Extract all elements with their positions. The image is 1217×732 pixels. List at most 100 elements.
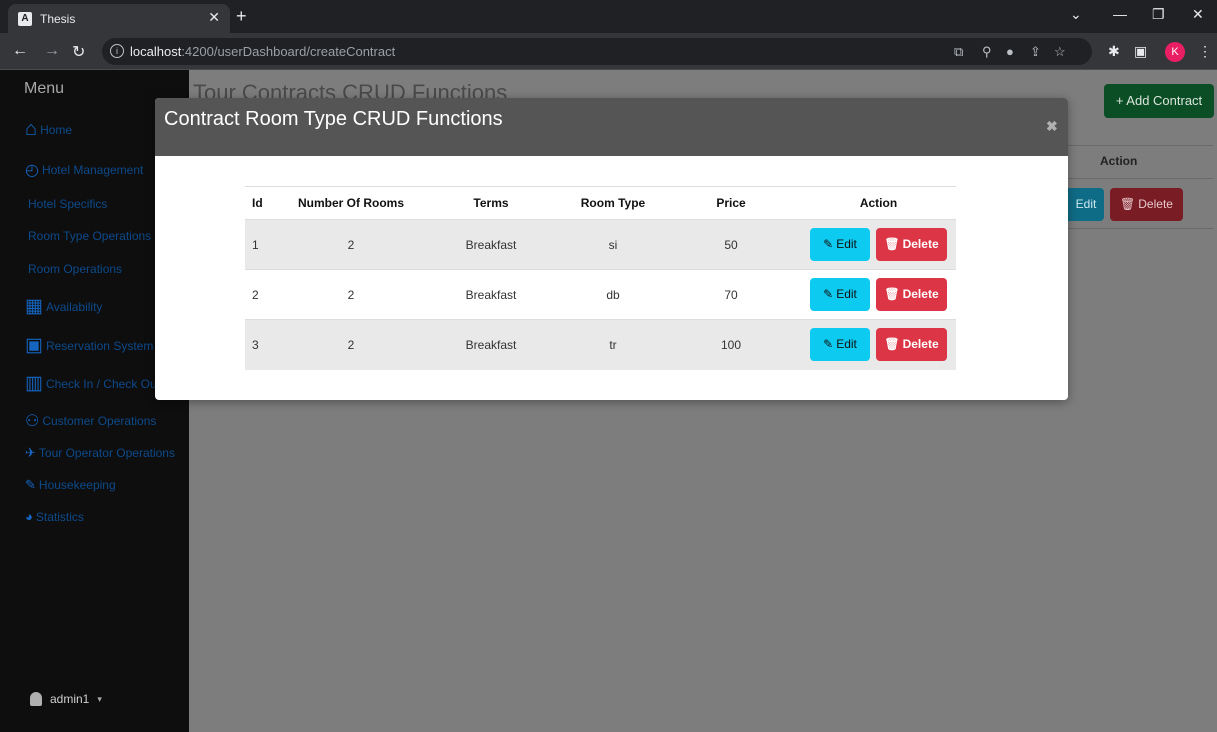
menu-title: Menu: [24, 80, 65, 97]
pencil-icon: ✎: [823, 237, 834, 251]
tab-search-icon[interactable]: ⌄: [1070, 6, 1082, 23]
pencil-icon: ✎: [823, 337, 834, 352]
back-icon[interactable]: ←: [12, 42, 28, 60]
contract-edit-button[interactable]: Edit: [1068, 188, 1104, 221]
user-name: admin1: [50, 692, 90, 706]
column-header-id: Id: [245, 186, 285, 220]
edit-button[interactable]: ✎ Edit: [810, 278, 870, 311]
sidebar-item-customer-operations[interactable]: ⚇ Customer Operations: [25, 411, 156, 431]
cell-price: 100: [661, 319, 801, 370]
location-icon[interactable]: ●: [1006, 44, 1014, 59]
cell-action: ✎ Edit 🗑 Delete: [801, 319, 956, 370]
sidebar-item-check-in-out[interactable]: ▥ Check In / Check Out: [25, 372, 160, 395]
translate-icon[interactable]: ⧉: [954, 44, 963, 60]
cell-room-type: si: [565, 219, 661, 270]
cell-room-type: tr: [565, 319, 661, 370]
menu-kebab-icon[interactable]: ⋮: [1198, 43, 1212, 60]
new-tab-icon[interactable]: +: [236, 6, 247, 27]
column-header-number-of-rooms: Number Of Rooms: [285, 186, 417, 220]
room-type-table: Id Number Of Rooms Terms Room Type Price…: [245, 186, 956, 370]
close-icon[interactable]: ✖: [1046, 118, 1058, 135]
url-text: localhost:4200/userDashboard/createContr…: [130, 44, 396, 59]
calendar-plus-icon: ▣: [25, 335, 43, 356]
cell-id: 2: [245, 269, 285, 320]
dashboard-icon: ◴: [25, 162, 39, 179]
user-avatar-icon: [30, 692, 42, 706]
cell-action: ✎ Edit 🗑 Delete: [801, 269, 956, 320]
modal-header: Contract Room Type CRUD Functions ✖: [155, 98, 1068, 156]
cell-room-type: db: [565, 269, 661, 320]
pie-chart-icon: ◕: [25, 509, 33, 524]
delete-button[interactable]: 🗑 Delete: [876, 328, 947, 362]
sidebar-item-availability[interactable]: ▦ Availability: [25, 295, 102, 318]
delete-button[interactable]: 🗑 Delete: [876, 228, 947, 261]
action-column-header: Action: [1100, 154, 1138, 168]
reload-icon[interactable]: ↻: [72, 42, 85, 62]
cell-terms: Breakfast: [417, 319, 565, 370]
app-favicon-icon: A: [18, 12, 32, 26]
column-header-room-type: Room Type: [565, 186, 661, 220]
column-header-action: Action: [801, 186, 956, 220]
sidebar-item-housekeeping[interactable]: ✎ Housekeeping: [25, 477, 116, 493]
browser-tab-bar: A Thesis ✕ + ⌄ — ❐ ✕: [0, 0, 1217, 33]
minimize-icon[interactable]: —: [1113, 6, 1127, 22]
sidebar-item-reservation-system[interactable]: ▣ Reservation System: [25, 334, 153, 357]
sidebar-item-hotel-management[interactable]: ◴ Hotel Management: [25, 160, 143, 180]
sidebar-item-room-type-operations[interactable]: Room Type Operations: [28, 229, 151, 243]
contract-delete-button[interactable]: 🗑 Delete: [1110, 188, 1183, 221]
address-bar[interactable]: i localhost:4200/userDashboard/createCon…: [102, 38, 1092, 65]
site-info-icon[interactable]: i: [110, 44, 124, 58]
cell-rooms: 2: [285, 319, 417, 370]
pencil-icon: ✎: [823, 287, 834, 301]
browser-tab[interactable]: A Thesis ✕: [8, 4, 230, 33]
tab-close-icon[interactable]: ✕: [208, 9, 220, 26]
column-header-price: Price: [661, 186, 801, 220]
home-icon: ⌂: [25, 118, 38, 140]
table-icon: ▦: [25, 296, 43, 317]
sidebar-item-statistics[interactable]: ◕ Statistics: [25, 509, 84, 524]
share-icon[interactable]: ⇪: [1030, 44, 1041, 60]
column-header-terms: Terms: [417, 186, 565, 220]
modal-title: Contract Room Type CRUD Functions: [164, 108, 503, 130]
browser-toolbar: ← → ↻ i localhost:4200/userDashboard/cre…: [0, 33, 1217, 70]
divider: [1068, 178, 1213, 179]
table-header-row: Id Number Of Rooms Terms Room Type Price…: [245, 186, 956, 220]
building-check-icon: ▥: [25, 373, 43, 394]
close-window-icon[interactable]: ✕: [1192, 6, 1204, 23]
divider: [1068, 228, 1213, 229]
add-contract-button[interactable]: + Add Contract: [1104, 84, 1214, 118]
restore-icon[interactable]: ❐: [1152, 6, 1165, 23]
trash-icon: 🗑: [1120, 197, 1136, 211]
cell-terms: Breakfast: [417, 219, 565, 270]
table-row: 2 2 Breakfast db 70 ✎ Edit 🗑 Delete: [245, 269, 956, 320]
table-row: 3 2 Breakfast tr 100 ✎ Edit 🗑 Delete: [245, 319, 956, 370]
brush-icon: ✎: [25, 477, 36, 492]
cell-id: 1: [245, 219, 285, 270]
cell-price: 70: [661, 269, 801, 320]
trash-icon: 🗑: [884, 237, 900, 251]
bookmark-star-icon[interactable]: ☆: [1054, 44, 1066, 60]
edit-button[interactable]: ✎ Edit: [810, 228, 870, 261]
tab-title: Thesis: [40, 12, 76, 26]
cell-terms: Breakfast: [417, 269, 565, 320]
edit-button[interactable]: ✎ Edit: [810, 328, 870, 362]
sidebar-item-tour-operator-operations[interactable]: ✈ Tour Operator Operations: [25, 445, 175, 461]
zoom-icon[interactable]: ⚲: [982, 44, 992, 60]
room-type-modal: Contract Room Type CRUD Functions ✖ Id N…: [155, 98, 1068, 400]
trash-icon: 🗑: [884, 287, 900, 301]
cell-rooms: 2: [285, 219, 417, 270]
user-menu[interactable]: admin1 ▾: [30, 692, 102, 706]
forward-icon[interactable]: →: [44, 42, 60, 60]
airplane-icon: ✈: [25, 445, 36, 460]
divider: [1068, 145, 1213, 146]
sidebar-item-room-operations[interactable]: Room Operations: [28, 262, 122, 276]
cell-action: ✎ Edit 🗑 Delete: [801, 219, 956, 270]
people-icon: ⚇: [25, 413, 40, 430]
sidebar-item-hotel-specifics[interactable]: Hotel Specifics: [28, 197, 107, 211]
dropdown-caret-icon: ▾: [97, 693, 102, 704]
profile-avatar[interactable]: K: [1165, 42, 1185, 62]
extensions-icon[interactable]: ✱: [1108, 43, 1120, 60]
side-panel-icon[interactable]: ▣: [1134, 43, 1147, 60]
delete-button[interactable]: 🗑 Delete: [876, 278, 947, 311]
sidebar-item-home[interactable]: ⌂ Home: [25, 118, 72, 141]
